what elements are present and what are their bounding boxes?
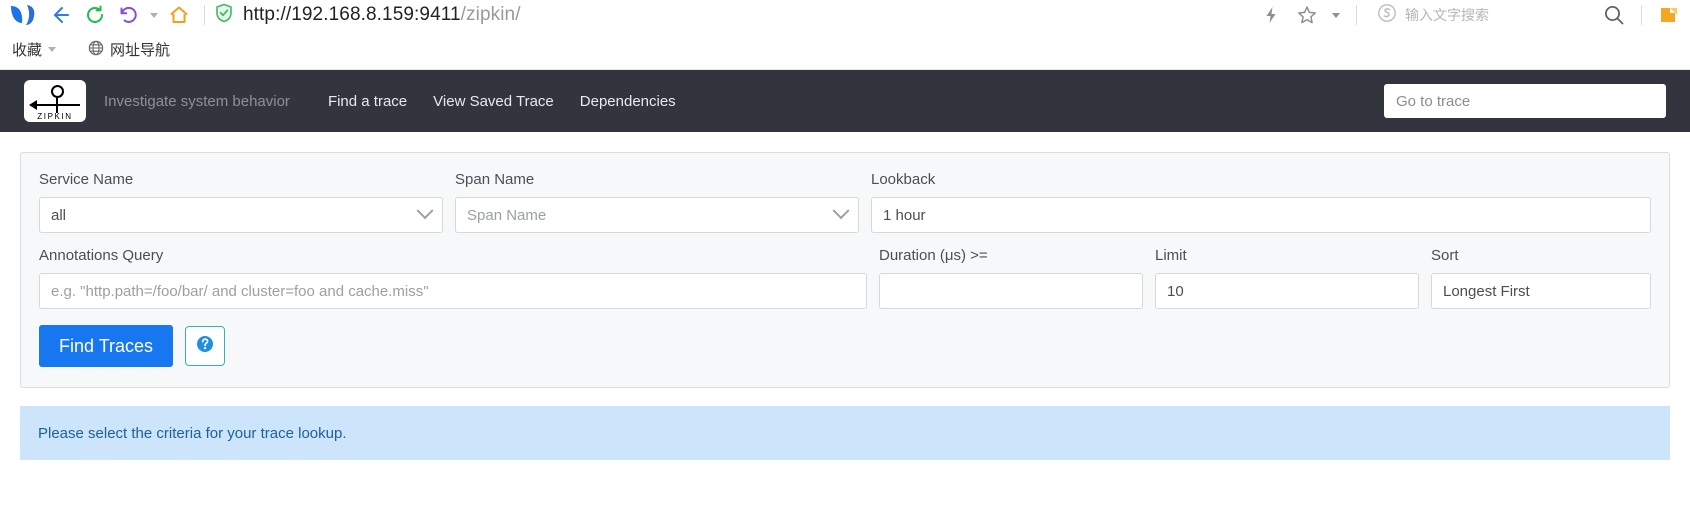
nav-link-find-a-trace[interactable]: Find a trace [328,93,407,110]
span-name-label: Span Name [455,171,535,188]
sort-select[interactable]: Longest First [1431,273,1651,309]
home-icon [168,4,190,26]
field-span-name: Span Name Span Name [455,171,859,233]
home-button[interactable] [162,1,196,29]
url-host: http://192.168.8.159:9411 [243,4,461,25]
bookmark-nav-label: 网址导航 [110,42,171,59]
toolbar-divider-3 [1641,5,1642,25]
limit-value: 10 [1167,282,1184,300]
nav-link-dependencies[interactable]: Dependencies [580,93,676,110]
bookmark-nav-site[interactable]: 网址导航 [84,39,174,60]
main-content: Service Name all Span Name Span Name Loo… [0,132,1690,460]
span-name-select[interactable]: Span Name [455,197,859,233]
field-annotations-query: Annotations Query e.g. "http.path=/foo/b… [39,247,867,309]
undo-button[interactable] [112,1,146,29]
toolbar-divider [204,5,205,25]
duration-label: Duration (μs) >= [879,247,988,264]
service-name-select[interactable]: all [39,197,443,233]
address-bar[interactable]: http://192.168.8.159:9411/zipkin/ [213,1,1254,29]
limit-label: Limit [1155,247,1187,264]
lookback-select[interactable]: 1 hour [871,197,1651,233]
bookmark-favorites[interactable]: 收藏 [8,39,60,60]
help-button[interactable] [185,326,226,366]
lightning-icon [1261,5,1281,25]
question-mark-icon [194,333,216,360]
search-icon [1602,3,1626,27]
annotations-query-placeholder: e.g. "http.path=/foo/bar/ and cluster=fo… [51,282,429,300]
annotations-query-input[interactable]: e.g. "http.path=/foo/bar/ and cluster=fo… [39,273,867,309]
service-name-value: all [51,206,67,224]
chevron-down-icon [832,202,850,220]
sogou-s-icon [1377,3,1397,28]
browser-search-box[interactable]: 输入文字搜索 [1367,3,1595,28]
logo-line [32,104,80,106]
nav-link-view-saved-trace[interactable]: View Saved Trace [433,93,554,110]
field-duration: Duration (μs) >= [879,247,1143,309]
field-lookback: Lookback 1 hour [871,171,1651,233]
field-sort: Sort Longest First [1431,247,1651,309]
puzzle-extension-icon [1658,4,1680,26]
browser-logo [4,1,44,29]
bookmark-bar: 收藏 网址导航 [0,30,1690,70]
zipkin-tagline: Investigate system behavior [104,92,290,110]
limit-input[interactable]: 10 [1155,273,1419,309]
reload-button[interactable] [78,1,112,29]
chevron-down-icon [1332,12,1340,18]
sort-value: Longest First [1443,282,1530,300]
undo-arrow-icon [118,4,140,26]
search-actions: Find Traces [39,325,1651,367]
url-path: /zipkin/ [460,4,521,25]
star-icon [1296,4,1318,26]
chevron-down-icon [416,202,434,220]
security-shield-icon [213,2,235,29]
toolbar-divider-2 [1356,5,1357,25]
span-name-value: Span Name [467,206,547,224]
field-limit: Limit 10 [1155,247,1419,309]
duration-input[interactable] [879,273,1143,309]
logo-arrow [29,100,37,110]
reload-icon [84,4,106,26]
service-name-label: Service Name [39,171,134,188]
trace-search-panel: Service Name all Span Name Span Name Loo… [20,152,1670,388]
search-form-row-1: Service Name all Span Name Span Name Loo… [39,171,1651,233]
toolbar-overflow-button[interactable] [1326,1,1346,29]
annotations-query-label: Annotations Query [39,247,164,264]
search-form-row-2: Annotations Query e.g. "http.path=/foo/b… [39,247,1651,309]
globe-icon [88,40,104,60]
undo-dropdown-button[interactable] [146,1,162,29]
bookmark-star-button[interactable] [1290,1,1324,29]
info-banner: Please select the criteria for your trac… [20,406,1670,460]
chevron-down-icon [48,47,57,52]
chevron-down-icon [150,12,158,18]
back-button[interactable] [44,1,78,29]
zipkin-wordmark: ZIPKIN [37,112,73,121]
extension-button[interactable] [1652,1,1686,29]
bookmark-favorites-label: 收藏 [12,42,43,59]
zipkin-navbar: ZIPKIN Investigate system behavior Find … [0,70,1690,132]
sort-label: Sort [1431,247,1459,264]
field-service-name: Service Name all [39,171,443,233]
zipkin-logo-icon[interactable]: ZIPKIN [24,80,86,122]
zipkin-nav-links: Find a trace View Saved Trace Dependenci… [328,93,676,110]
toolbar-right-controls: 输入文字搜索 [1254,1,1686,29]
find-traces-button[interactable]: Find Traces [39,325,174,367]
back-arrow-icon [50,4,72,26]
lightning-button[interactable] [1254,1,1288,29]
browser-search-placeholder: 输入文字搜索 [1405,7,1489,23]
info-banner-message: Please select the criteria for your trac… [38,424,347,442]
browser-toolbar: http://192.168.8.159:9411/zipkin/ 输入文字搜索 [0,0,1690,30]
lookback-label: Lookback [871,171,936,188]
go-to-trace-input[interactable] [1384,84,1666,118]
url-display: http://192.168.8.159:9411/zipkin/ [243,4,521,26]
search-button[interactable] [1597,1,1631,29]
lookback-value: 1 hour [883,206,926,224]
